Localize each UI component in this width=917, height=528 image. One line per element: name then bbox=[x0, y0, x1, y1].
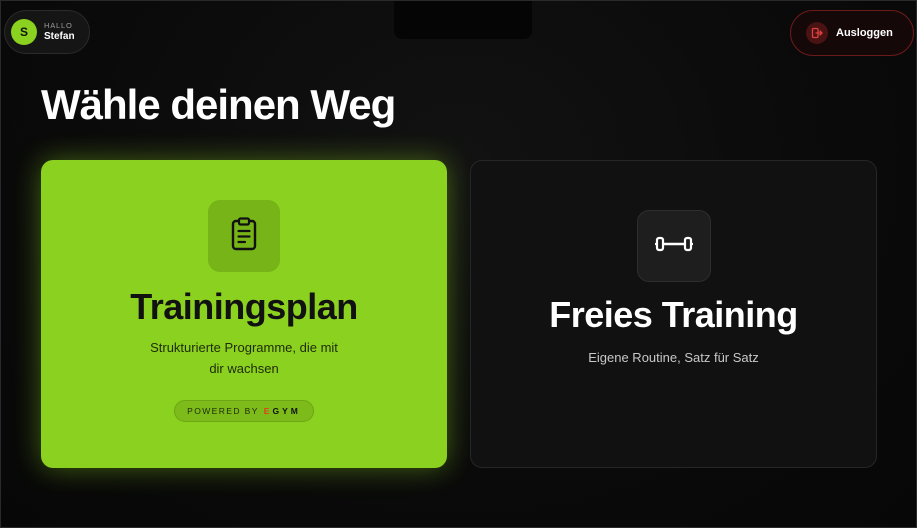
camera-notch bbox=[394, 1, 532, 39]
egym-logo-rest: GYM bbox=[272, 405, 301, 416]
greeting-label: HALLO bbox=[44, 20, 73, 30]
training-plan-description: Strukturierte Programme, die mit dir wac… bbox=[150, 340, 338, 376]
user-text: HALLO Stefan bbox=[44, 22, 75, 43]
training-plan-card[interactable]: Trainingsplan Strukturierte Programme, d… bbox=[41, 160, 447, 468]
page-title: Wähle deinen Weg bbox=[41, 81, 396, 128]
logout-button[interactable]: Ausloggen bbox=[790, 10, 914, 56]
avatar: S bbox=[11, 19, 37, 45]
clipboard-icon bbox=[230, 216, 258, 256]
user-name: Stefan bbox=[44, 31, 75, 43]
powered-by-label: POWERED BY bbox=[187, 405, 259, 416]
free-training-title: Freies Training bbox=[549, 294, 798, 335]
dumbbell-icon-box bbox=[636, 210, 711, 282]
free-training-description: Eigene Routine, Satz für Satz bbox=[588, 350, 759, 365]
powered-by-badge: POWERED BY EGYM bbox=[174, 399, 314, 422]
egym-logo: EGYM bbox=[264, 406, 301, 416]
free-training-card[interactable]: Freies Training Eigene Routine, Satz für… bbox=[470, 160, 877, 468]
logout-label: Ausloggen bbox=[836, 27, 893, 39]
training-plan-title: Trainingsplan bbox=[130, 286, 358, 327]
dumbbell-icon bbox=[654, 234, 694, 259]
logout-icon bbox=[806, 22, 828, 44]
user-badge: S HALLO Stefan bbox=[4, 10, 90, 54]
app-frame: S HALLO Stefan Ausloggen Wähle deinen We… bbox=[0, 0, 917, 528]
clipboard-icon-box bbox=[208, 200, 280, 272]
